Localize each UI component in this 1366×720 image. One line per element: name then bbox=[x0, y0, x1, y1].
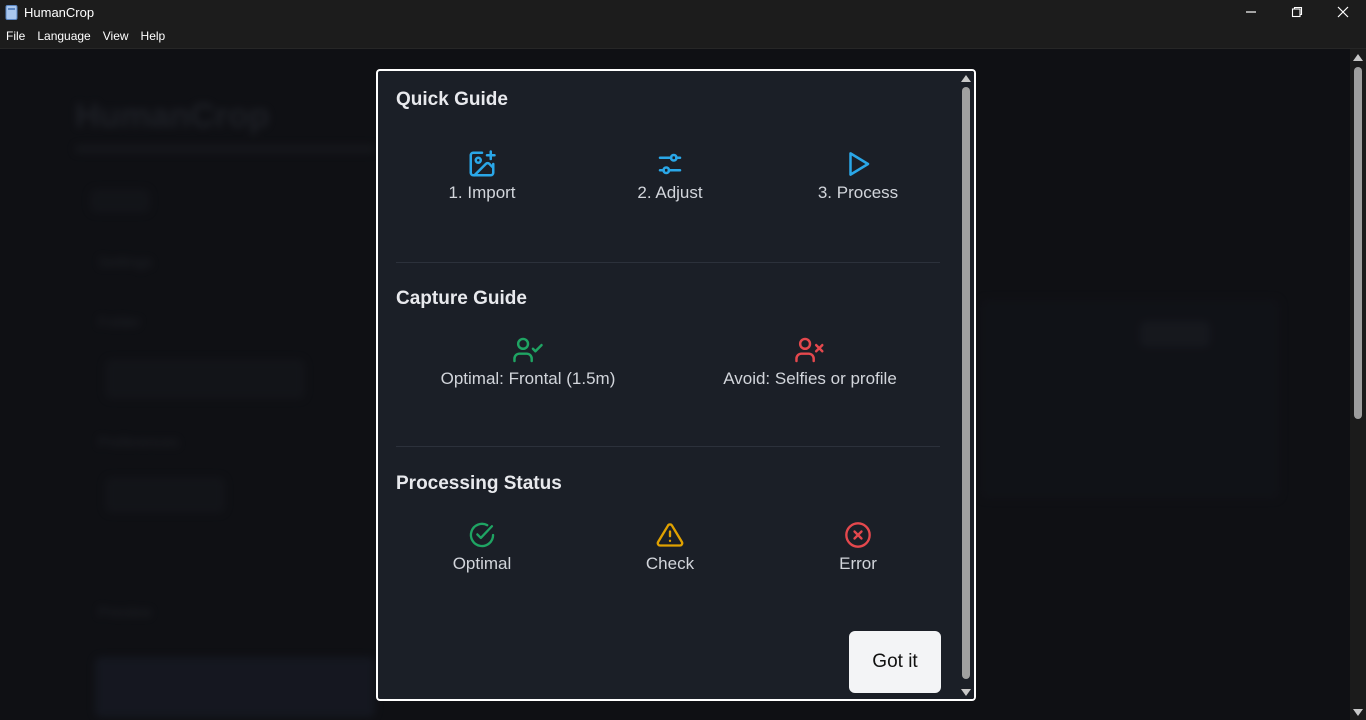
play-icon bbox=[849, 152, 870, 176]
minimize-icon bbox=[1246, 11, 1256, 13]
section-divider bbox=[396, 446, 940, 447]
warning-triangle-icon bbox=[656, 523, 684, 547]
window-title: HumanCrop bbox=[24, 4, 95, 20]
quick-guide-dialog: Quick Guide 1. Import 2. Adjust 3. Proce… bbox=[376, 69, 976, 701]
dialog-scroll-down-icon[interactable] bbox=[961, 689, 971, 696]
background-preview-panel bbox=[95, 657, 375, 717]
image-plus-icon bbox=[469, 150, 496, 177]
menu-file[interactable]: File bbox=[0, 24, 31, 48]
maximize-button[interactable] bbox=[1274, 0, 1320, 24]
menu-bar: File Language View Help bbox=[0, 24, 1366, 49]
scroll-down-arrow-icon[interactable] bbox=[1353, 709, 1363, 716]
restore-icon bbox=[1291, 6, 1303, 18]
got-it-button[interactable]: Got it bbox=[849, 631, 941, 693]
capture-optimal: Optimal: Frontal (1.5m) bbox=[419, 335, 637, 389]
user-x-icon bbox=[795, 337, 824, 363]
background-tab bbox=[90, 189, 150, 213]
status-error-label: Error bbox=[839, 554, 877, 573]
close-icon bbox=[1337, 6, 1349, 18]
step-import: 1. Import bbox=[392, 149, 572, 203]
x-circle-icon bbox=[845, 522, 871, 548]
background-label-folder: Folder bbox=[98, 314, 141, 331]
capture-avoid-label: Avoid: Selfies or profile bbox=[723, 369, 897, 388]
background-label-preview: Preview bbox=[98, 604, 152, 621]
check-circle-icon bbox=[469, 522, 495, 548]
status-optimal-label: Optimal bbox=[452, 554, 512, 573]
step-adjust-label: 2. Adjust bbox=[637, 183, 703, 202]
status-optimal: Optimal bbox=[392, 520, 572, 574]
background-select bbox=[105, 477, 225, 513]
dialog-content: Quick Guide 1. Import 2. Adjust 3. Proce… bbox=[378, 71, 956, 699]
background-label-preferences: Preferences bbox=[98, 434, 179, 451]
capture-guide-title: Capture Guide bbox=[396, 288, 527, 309]
minimize-button[interactable] bbox=[1228, 0, 1274, 24]
dialog-scroll-up-icon[interactable] bbox=[961, 75, 971, 82]
step-process-label: 3. Process bbox=[817, 183, 899, 202]
status-check-label: Check bbox=[645, 554, 695, 573]
processing-status-title: Processing Status bbox=[396, 473, 562, 494]
user-check-icon bbox=[513, 337, 543, 363]
section-divider bbox=[396, 262, 940, 263]
background-right-button bbox=[1140, 321, 1210, 347]
status-check: Check bbox=[580, 520, 760, 574]
step-adjust: 2. Adjust bbox=[580, 149, 760, 203]
dialog-scrollbar[interactable] bbox=[958, 71, 974, 699]
capture-avoid: Avoid: Selfies or profile bbox=[698, 335, 922, 389]
quick-guide-title: Quick Guide bbox=[396, 89, 508, 110]
menu-view[interactable]: View bbox=[97, 24, 135, 48]
background-subtitle-bar bbox=[75, 145, 375, 153]
close-button[interactable] bbox=[1320, 0, 1366, 24]
background-right-panel bbox=[980, 299, 1280, 499]
capture-optimal-label: Optimal: Frontal (1.5m) bbox=[440, 369, 616, 388]
step-process: 3. Process bbox=[768, 149, 948, 203]
status-error: Error bbox=[768, 520, 948, 574]
background-input bbox=[105, 359, 305, 399]
background-heading: HumanCrop bbox=[75, 97, 270, 135]
background-label-settings: Settings bbox=[98, 254, 153, 271]
title-bar: HumanCrop bbox=[0, 0, 1366, 24]
page-scroll-thumb[interactable] bbox=[1354, 67, 1362, 419]
menu-language[interactable]: Language bbox=[31, 24, 96, 48]
app-icon bbox=[4, 4, 18, 20]
page-scrollbar[interactable] bbox=[1350, 49, 1366, 720]
scroll-up-arrow-icon[interactable] bbox=[1353, 54, 1363, 61]
dialog-scroll-thumb[interactable] bbox=[962, 87, 970, 679]
menu-help[interactable]: Help bbox=[135, 24, 172, 48]
window-controls bbox=[1228, 0, 1366, 24]
sliders-icon bbox=[658, 153, 682, 175]
step-import-label: 1. Import bbox=[448, 183, 516, 202]
